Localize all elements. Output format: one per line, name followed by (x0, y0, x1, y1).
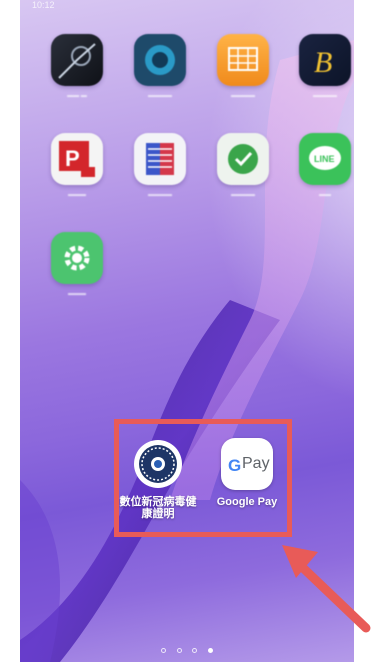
pointer-arrow (282, 545, 371, 633)
